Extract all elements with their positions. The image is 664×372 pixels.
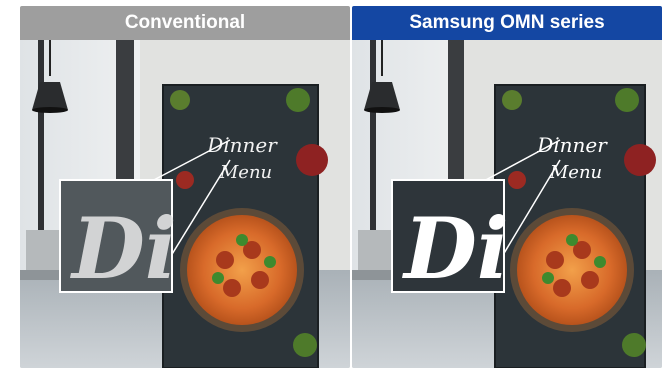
- scene-conventional: Dinner Menu Di: [20, 40, 350, 368]
- panel-divider: [350, 6, 352, 368]
- svg-text:Dinner: Dinner: [536, 133, 608, 157]
- scene-omn: Dinner Menu Di: [352, 40, 662, 368]
- svg-text:Di: Di: [402, 199, 509, 298]
- svg-text:Dinner: Dinner: [206, 133, 278, 157]
- magnifier-inset-icon: Di: [59, 179, 177, 298]
- wall-display-icon: Dinner Menu: [162, 84, 328, 368]
- wall-display-icon: Dinner Menu: [494, 84, 656, 368]
- omn-panel: Samsung OMN series Dinner Menu Di: [352, 6, 662, 368]
- panel-header-conventional: Conventional: [20, 6, 350, 40]
- magnifier-inset-icon: Di: [391, 179, 509, 298]
- conventional-panel: Conventional Dinner Menu Di: [20, 6, 350, 368]
- panel-header-omn: Samsung OMN series: [352, 6, 662, 40]
